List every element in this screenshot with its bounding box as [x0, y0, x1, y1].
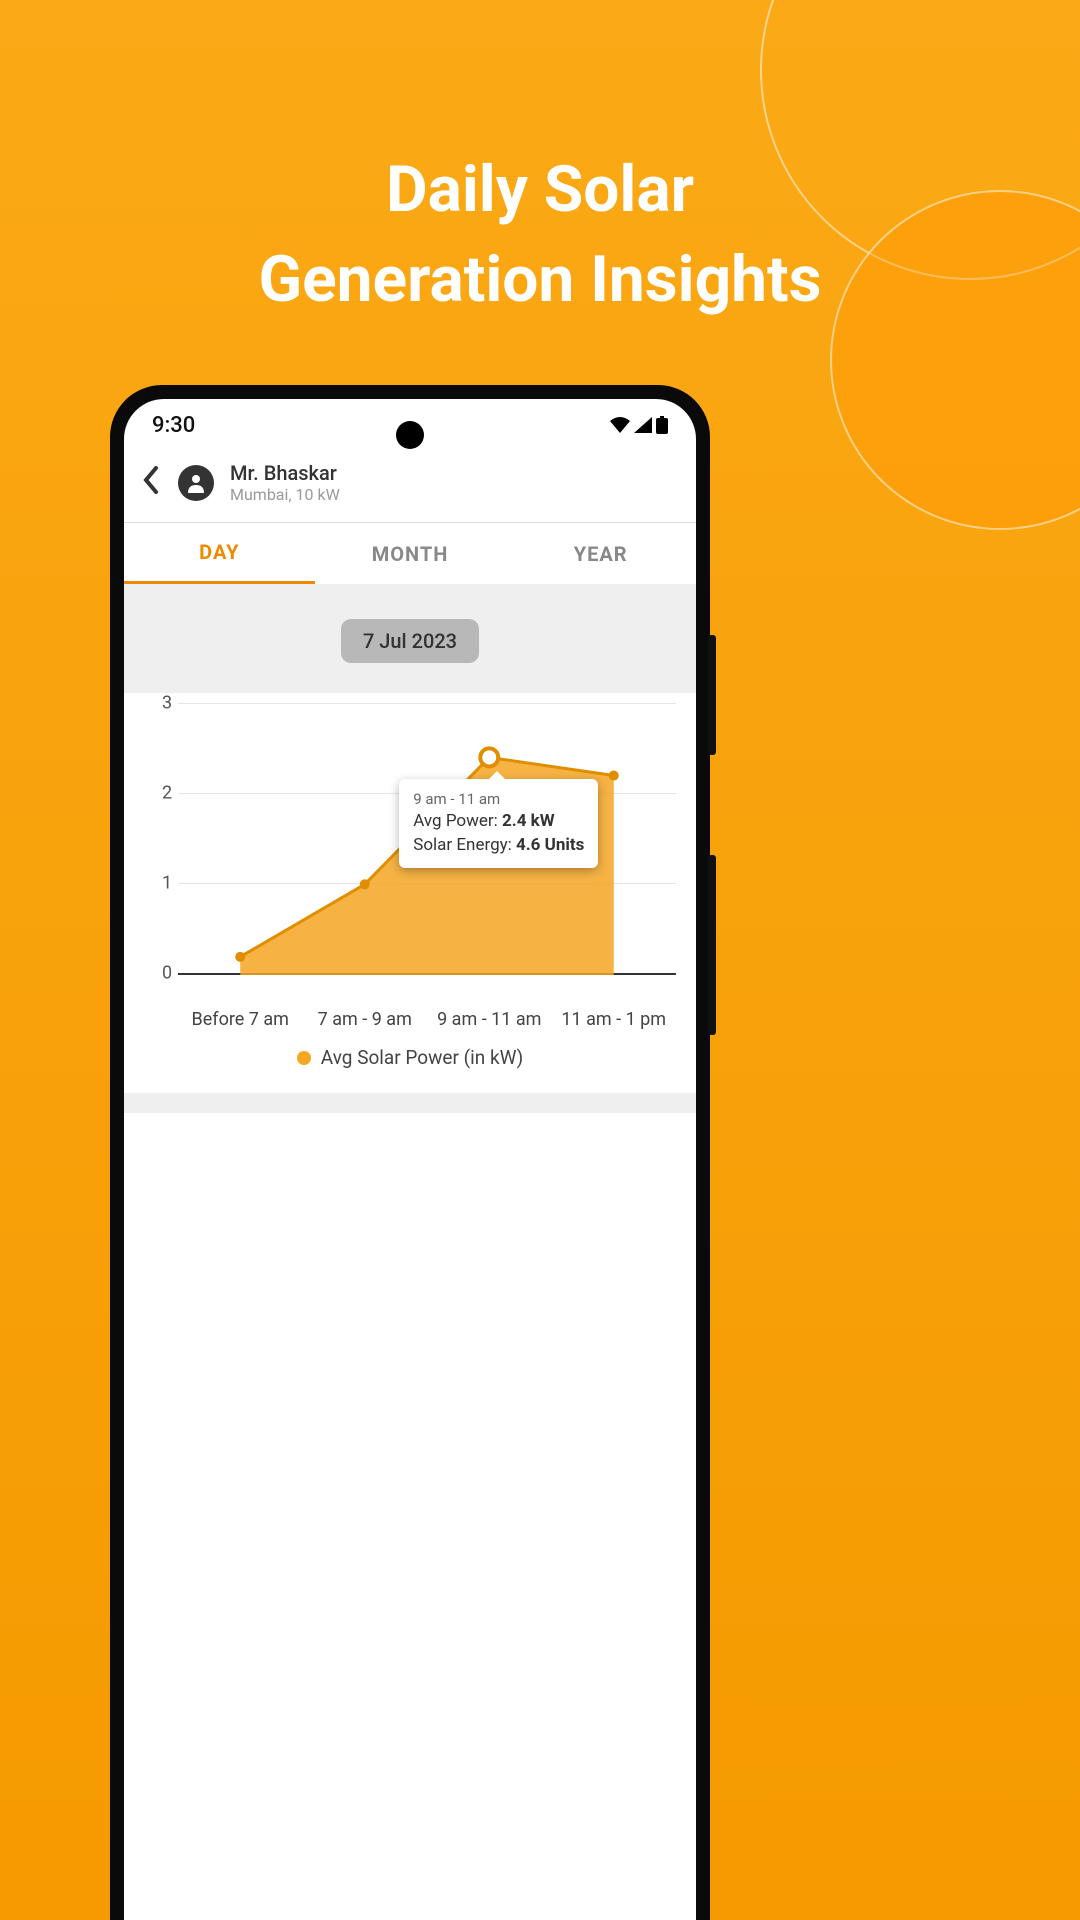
tooltip-energy-label: Solar Energy: [413, 835, 516, 855]
tooltip-energy-value: 4.6 Units [516, 835, 584, 855]
camera-notch [396, 421, 424, 449]
x-axis-label: 11 am - 1 pm [552, 1009, 677, 1030]
status-icons [610, 416, 668, 434]
time-range-tabs: DAY MONTH YEAR [124, 523, 696, 585]
y-tick: 2 [162, 783, 172, 804]
status-time: 9:30 [152, 413, 195, 438]
tooltip-time-range: 9 am - 11 am [413, 789, 584, 810]
phone-frame: 9:30 Mr. Bhaskar Mumbai, 10 kW [110, 385, 710, 1920]
tab-year[interactable]: YEAR [505, 523, 696, 584]
x-axis-label: 9 am - 11 am [427, 1009, 552, 1030]
date-selector[interactable]: 7 Jul 2023 [341, 619, 479, 663]
tooltip-avg-power-value: 2.4 kW [502, 811, 555, 831]
app-header: Mr. Bhaskar Mumbai, 10 kW [124, 451, 696, 522]
chart-card: 01239 am - 11 amAvg Power: 2.4 kWSolar E… [124, 693, 696, 1093]
x-axis-label: 7 am - 9 am [303, 1009, 428, 1030]
battery-icon [656, 416, 668, 434]
tab-month[interactable]: MONTH [315, 523, 506, 584]
x-axis-label: Before 7 am [178, 1009, 303, 1030]
chart-tooltip: 9 am - 11 amAvg Power: 2.4 kW Solar Energ… [399, 779, 598, 868]
legend-label: Avg Solar Power (in kW) [321, 1046, 523, 1069]
legend-dot-icon [297, 1051, 311, 1065]
chart-area[interactable]: 01239 am - 11 amAvg Power: 2.4 kWSolar E… [162, 703, 676, 1003]
user-name: Mr. Bhaskar [230, 461, 340, 485]
marketing-headline: Daily Solar Generation Insights [0, 145, 1080, 324]
y-tick: 1 [162, 873, 172, 894]
chart-legend: Avg Solar Power (in kW) [134, 1046, 686, 1069]
tab-day[interactable]: DAY [124, 523, 315, 584]
y-tick: 3 [162, 693, 172, 714]
y-tick: 0 [162, 963, 172, 984]
tooltip-avg-power-label: Avg Power: [413, 811, 502, 831]
user-location: Mumbai, 10 kW [230, 485, 340, 504]
signal-icon [634, 417, 652, 433]
wifi-icon [610, 417, 630, 433]
back-icon[interactable] [142, 464, 162, 502]
avatar-icon[interactable] [178, 465, 214, 501]
